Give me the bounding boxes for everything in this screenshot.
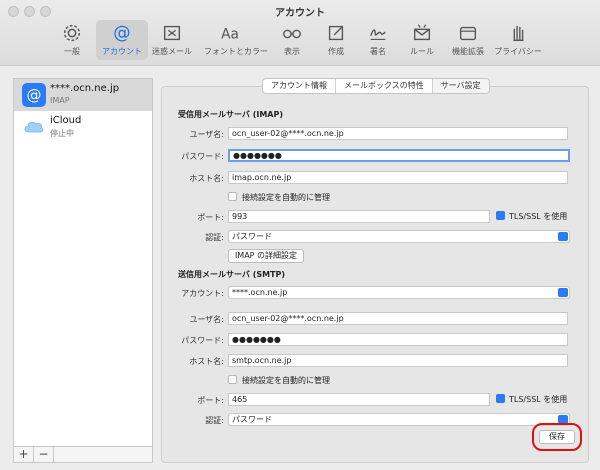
incoming-auto-manage-label: 接続設定を自動的に管理 xyxy=(242,193,330,202)
tab-server-settings[interactable]: サーバ設定 xyxy=(432,79,489,93)
incoming-port-field[interactable]: 993 xyxy=(228,210,490,223)
imap-advanced-settings-button[interactable]: IMAP の詳細設定 xyxy=(228,249,304,263)
outgoing-password-field[interactable]: ●●●●●●● xyxy=(228,333,568,346)
settings-tabs: アカウント情報 メールボックスの特性 サーバ設定 xyxy=(262,78,490,94)
incoming-tls-label: TLS/SSL を使用 xyxy=(509,212,568,221)
extensions-icon xyxy=(442,22,494,44)
incoming-port-label: ポート: xyxy=(197,213,224,222)
account-type: IMAP xyxy=(50,96,70,105)
incoming-password-label: パスワード: xyxy=(181,152,224,161)
toolbar-privacy-label: プライバシー xyxy=(494,47,542,56)
outgoing-auth-value: パスワード xyxy=(232,415,272,424)
account-status: 停止中 xyxy=(50,129,74,138)
outgoing-section-title: 送信用メールサーバ (SMTP) xyxy=(178,270,286,279)
toolbar-extensions[interactable]: 機能拡張 xyxy=(442,20,494,60)
toolbar-junk-label: 迷惑メール xyxy=(152,47,192,56)
chevron-up-down-icon xyxy=(558,288,568,297)
tab-account-info[interactable]: アカウント情報 xyxy=(263,79,336,93)
account-name: iCloud xyxy=(50,115,82,126)
save-button[interactable]: 保存 xyxy=(539,430,575,444)
outgoing-port-field[interactable]: 465 xyxy=(228,393,490,406)
incoming-auto-manage-checkbox[interactable] xyxy=(228,192,237,201)
outgoing-username-field[interactable]: ocn_user-02@****.ocn.ne.jp xyxy=(228,312,568,325)
incoming-username-field[interactable]: ocn_user-02@****.ocn.ne.jp xyxy=(228,127,568,140)
toolbar-privacy[interactable]: プライバシー xyxy=(492,20,544,60)
svg-text:Aa: Aa xyxy=(221,27,239,43)
toolbar-general[interactable]: 一般 xyxy=(46,20,98,60)
outgoing-auth-popup[interactable]: パスワード xyxy=(228,413,570,426)
outgoing-password-label: パスワード: xyxy=(181,336,224,345)
server-settings-panel: アカウント情報 メールボックスの特性 サーバ設定 受信用メールサーバ (IMAP… xyxy=(161,78,589,463)
outgoing-auto-manage-checkbox[interactable] xyxy=(228,375,237,384)
accounts-list: @ ****.ocn.ne.jp IMAP iCloud 停止中 + − xyxy=(13,78,153,463)
outgoing-host-field[interactable]: smtp.ocn.ne.jp xyxy=(228,354,568,367)
outgoing-auto-manage-label: 接続設定を自動的に管理 xyxy=(242,376,330,385)
toolbar-rules[interactable]: ルール xyxy=(396,20,448,60)
account-item-icloud[interactable]: iCloud 停止中 xyxy=(14,111,152,143)
incoming-host-label: ホスト名: xyxy=(189,174,224,183)
outgoing-tls-label: TLS/SSL を使用 xyxy=(509,395,568,404)
rules-envelope-icon xyxy=(396,22,448,44)
svg-text:@: @ xyxy=(27,86,42,104)
toolbar-rules-label: ルール xyxy=(410,47,434,56)
incoming-auth-popup[interactable]: パスワード xyxy=(228,230,570,243)
save-highlight-circle: 保存 xyxy=(532,423,582,451)
tab-mailbox-behaviors[interactable]: メールボックスの特性 xyxy=(336,79,433,93)
window-title: アカウント xyxy=(275,8,325,19)
outgoing-account-popup[interactable]: ****.ocn.ne.jp xyxy=(228,286,570,299)
outgoing-account-value: ****.ocn.ne.jp xyxy=(232,288,288,297)
outgoing-username-label: ユーザ名: xyxy=(189,315,224,324)
sidebar-footer: + − xyxy=(14,446,152,462)
privacy-hand-icon xyxy=(492,22,544,44)
toolbar-fonts-colors[interactable]: Aa フォントとカラー xyxy=(204,20,268,60)
outgoing-host-label: ホスト名: xyxy=(189,357,224,366)
toolbar-fonts-colors-label: フォントとカラー xyxy=(204,47,268,56)
chevron-up-down-icon xyxy=(558,232,568,241)
icloud-icon xyxy=(22,115,46,139)
incoming-tls-checkbox[interactable] xyxy=(496,211,505,220)
outgoing-port-label: ポート: xyxy=(197,396,224,405)
toolbar-accounts[interactable]: @ アカウント xyxy=(96,20,148,60)
title-bar: アカウント 一般 @ アカウント 迷惑メール Aa フォントとカラー 表示 作成… xyxy=(0,0,600,66)
add-account-button[interactable]: + xyxy=(14,447,34,462)
toolbar-junk[interactable]: 迷惑メール xyxy=(146,20,198,60)
outgoing-auth-label: 認証: xyxy=(205,416,224,425)
junk-tray-icon xyxy=(146,22,198,44)
incoming-password-field[interactable]: ●●●●●●● xyxy=(228,149,570,162)
outgoing-tls-checkbox[interactable] xyxy=(496,394,505,403)
at-mail-account-icon: @ xyxy=(22,83,46,107)
outgoing-account-label: アカウント: xyxy=(181,289,224,298)
svg-text:@: @ xyxy=(113,24,130,44)
incoming-section-title: 受信用メールサーバ (IMAP) xyxy=(178,110,284,119)
font-aa-icon: Aa xyxy=(204,22,256,44)
toolbar-general-label: 一般 xyxy=(64,47,80,56)
toolbar-accounts-label: アカウント xyxy=(102,47,142,56)
incoming-username-label: ユーザ名: xyxy=(189,130,224,139)
incoming-host-field[interactable]: imap.ocn.ne.jp xyxy=(228,171,568,184)
preferences-window: アカウント 一般 @ アカウント 迷惑メール Aa フォントとカラー 表示 作成… xyxy=(0,0,600,470)
gear-icon xyxy=(46,22,98,44)
toolbar-extensions-label: 機能拡張 xyxy=(452,47,484,56)
incoming-auth-value: パスワード xyxy=(232,232,272,241)
remove-account-button[interactable]: − xyxy=(34,447,54,462)
at-sign-icon: @ xyxy=(96,22,148,44)
account-name: ****.ocn.ne.jp xyxy=(50,83,120,94)
account-item-ocn[interactable]: @ ****.ocn.ne.jp IMAP xyxy=(14,79,152,111)
incoming-auth-label: 認証: xyxy=(205,233,224,242)
